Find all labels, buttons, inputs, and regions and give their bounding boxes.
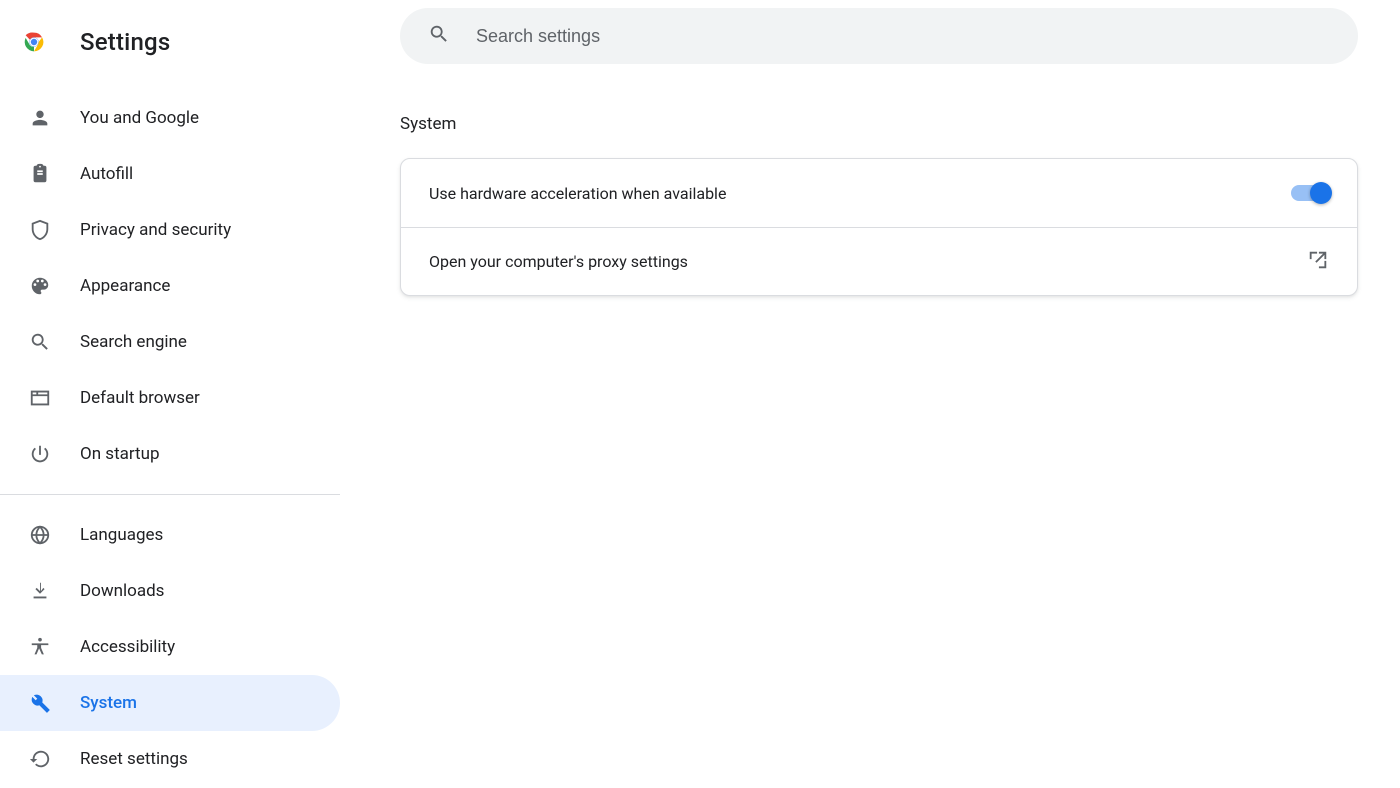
sidebar-item-downloads[interactable]: Downloads [0, 563, 340, 619]
app-title: Settings [80, 28, 170, 56]
download-icon [28, 579, 52, 603]
chrome-logo-icon [20, 28, 48, 56]
toggle-hardware-acceleration[interactable] [1291, 185, 1329, 201]
row-label: Use hardware acceleration when available [429, 184, 726, 203]
sidebar-divider [0, 494, 340, 495]
settings-card: Use hardware acceleration when available… [400, 158, 1358, 296]
sidebar-item-label: Autofill [80, 164, 133, 184]
clipboard-icon [28, 162, 52, 186]
browser-icon [28, 386, 52, 410]
sidebar-item-on-startup[interactable]: On startup [0, 426, 340, 482]
sidebar-item-privacy[interactable]: Privacy and security [0, 202, 340, 258]
sidebar-item-label: Search engine [80, 332, 187, 352]
search-icon [428, 23, 474, 49]
sidebar-item-appearance[interactable]: Appearance [0, 258, 340, 314]
power-icon [28, 442, 52, 466]
sidebar-item-label: Appearance [80, 276, 170, 296]
accessibility-icon [28, 635, 52, 659]
sidebar-item-search-engine[interactable]: Search engine [0, 314, 340, 370]
search-bar[interactable] [400, 8, 1358, 64]
sidebar-item-you-and-google[interactable]: You and Google [0, 90, 340, 146]
sidebar-item-languages[interactable]: Languages [0, 507, 340, 563]
row-proxy-settings[interactable]: Open your computer's proxy settings [401, 227, 1357, 295]
restore-icon [28, 747, 52, 771]
sidebar-item-label: You and Google [80, 108, 199, 128]
palette-icon [28, 274, 52, 298]
search-input[interactable] [474, 25, 1330, 48]
sidebar-item-label: Reset settings [80, 749, 188, 769]
row-hardware-acceleration[interactable]: Use hardware acceleration when available [401, 159, 1357, 227]
sidebar: Settings You and Google Autofill Privacy a… [0, 0, 340, 788]
section-title: System [400, 114, 1358, 134]
sidebar-item-autofill[interactable]: Autofill [0, 146, 340, 202]
row-label: Open your computer's proxy settings [429, 252, 688, 271]
main-content: System Use hardware acceleration when av… [340, 0, 1400, 788]
sidebar-item-label: Accessibility [80, 637, 175, 657]
sidebar-item-label: Default browser [80, 388, 200, 408]
sidebar-item-label: Downloads [80, 581, 164, 601]
sidebar-item-label: On startup [80, 444, 160, 464]
app-header: Settings [0, 14, 340, 70]
person-icon [28, 106, 52, 130]
open-external-icon [1307, 249, 1329, 275]
sidebar-item-default-browser[interactable]: Default browser [0, 370, 340, 426]
sidebar-item-label: Privacy and security [80, 220, 231, 240]
sidebar-item-system[interactable]: System [0, 675, 340, 731]
sidebar-item-reset[interactable]: Reset settings [0, 731, 340, 787]
shield-icon [28, 218, 52, 242]
globe-icon [28, 523, 52, 547]
sidebar-item-label: Languages [80, 525, 163, 545]
search-icon [28, 330, 52, 354]
wrench-icon [28, 691, 52, 715]
sidebar-item-accessibility[interactable]: Accessibility [0, 619, 340, 675]
sidebar-item-label: System [80, 693, 137, 713]
